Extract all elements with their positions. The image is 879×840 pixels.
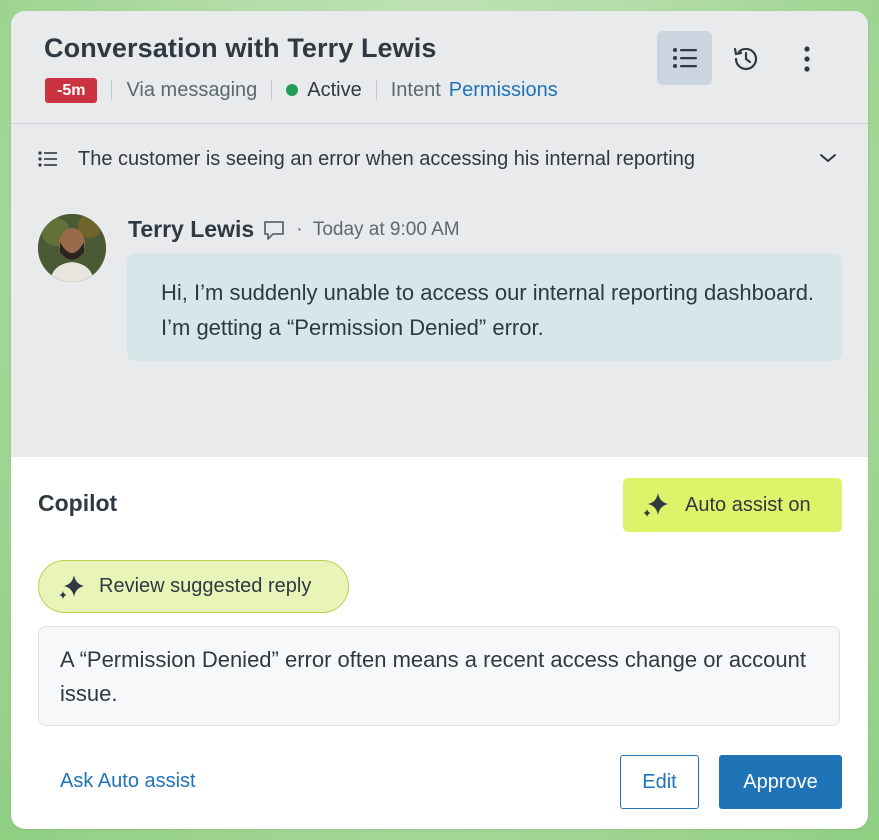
edit-button[interactable]: Edit <box>620 755 699 809</box>
message-bubble: Hi, I’m suddenly unable to access our in… <box>127 253 842 361</box>
conversation-area: Conversation with Terry Lewis -5m Via me… <box>11 11 868 457</box>
suggested-reply-text: A “Permission Denied” error often means … <box>60 647 806 706</box>
copilot-title: Copilot <box>38 490 118 516</box>
header-divider <box>11 123 868 124</box>
review-suggested-reply-pill[interactable]: Review suggested reply <box>38 560 349 613</box>
chevron-down-icon[interactable] <box>818 148 838 168</box>
summary-text: The customer is seeing an error when acc… <box>78 147 695 170</box>
list-icon <box>38 151 57 167</box>
author-name: Terry Lewis <box>128 216 255 242</box>
status-label: Active <box>307 78 362 101</box>
approve-button[interactable]: Approve <box>719 755 842 809</box>
sla-badge: -5m <box>45 77 98 103</box>
divider <box>375 80 377 100</box>
suggested-reply-box[interactable]: A “Permission Denied” error often means … <box>38 626 840 726</box>
list-view-button[interactable] <box>657 31 712 85</box>
list-icon <box>672 48 697 68</box>
chat-bubble-icon <box>264 220 285 240</box>
sparkle-icon <box>641 490 671 520</box>
review-label: Review suggested reply <box>99 575 312 597</box>
conversation-panel: Conversation with Terry Lewis -5m Via me… <box>11 11 868 829</box>
separator-dot: · <box>296 218 303 240</box>
summary-row[interactable]: The customer is seeing an error when acc… <box>38 144 838 174</box>
ask-auto-assist-link[interactable]: Ask Auto assist <box>60 770 196 793</box>
more-vertical-icon <box>804 46 810 72</box>
sparkle-icon <box>57 572 87 602</box>
channel-label: Via messaging <box>126 78 258 101</box>
message-header: Terry Lewis · Today at 9:00 AM <box>128 216 460 243</box>
status-dot-icon <box>286 84 299 96</box>
divider <box>111 80 113 100</box>
more-options-button[interactable] <box>787 36 827 82</box>
history-icon <box>733 47 758 71</box>
intent-label: Intent <box>390 78 441 101</box>
message-body: Hi, I’m suddenly unable to access our in… <box>161 280 815 340</box>
message-timestamp: Today at 9:00 AM <box>312 218 460 240</box>
conversation-meta: -5m Via messaging Active Intent Permissi… <box>45 77 558 103</box>
page-title: Conversation with Terry Lewis <box>44 33 437 63</box>
divider <box>271 80 273 100</box>
history-button[interactable] <box>723 36 769 82</box>
auto-assist-button[interactable]: Auto assist on <box>623 478 842 532</box>
auto-assist-label: Auto assist on <box>685 493 811 516</box>
avatar <box>38 214 106 282</box>
intent-link[interactable]: Permissions <box>449 79 558 102</box>
